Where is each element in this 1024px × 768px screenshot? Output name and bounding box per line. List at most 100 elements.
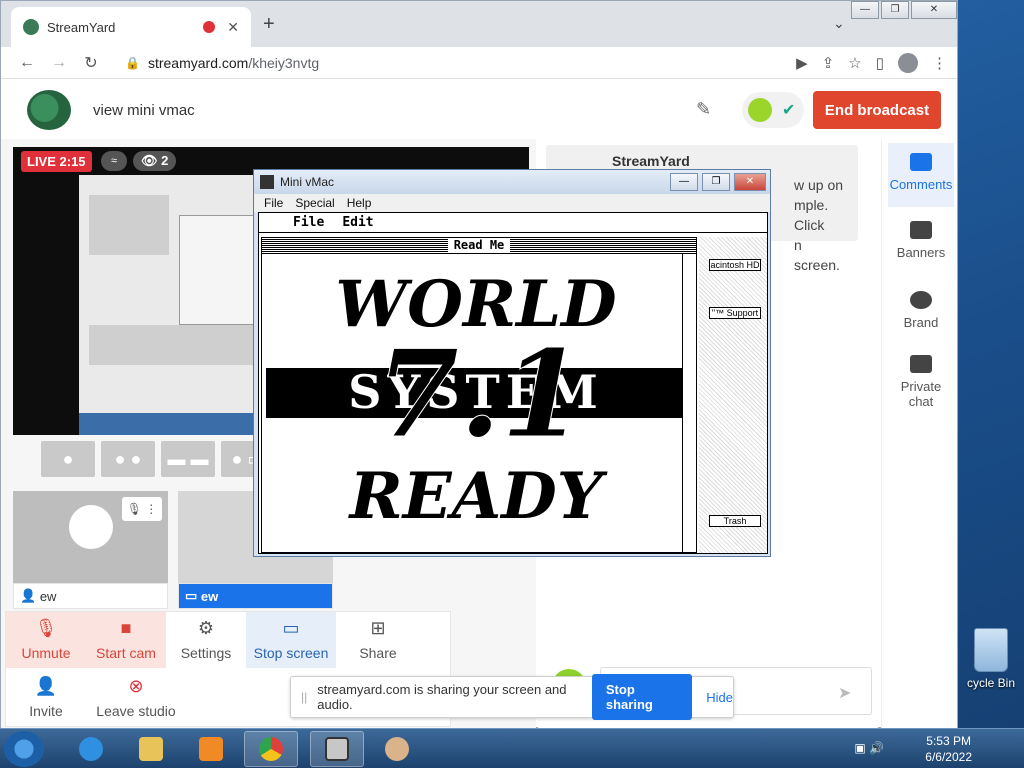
art-line-version: 7.1 [376, 324, 585, 465]
mac-menu-file[interactable]: File [293, 215, 324, 230]
start-button-icon[interactable] [4, 731, 44, 767]
file-explorer-icon[interactable] [124, 731, 178, 767]
system-tray-icons[interactable]: ▣ 🔊 [854, 741, 884, 755]
vmac-menubar: File Special Help [254, 194, 770, 212]
chat-icon [910, 355, 932, 373]
share-icon[interactable]: ⇪ [822, 54, 835, 72]
mic-muted-icon[interactable]: 🎙 ⋮ [122, 497, 162, 521]
url-input[interactable]: 🔒 streamyard.com /kheiy3nvtg [115, 49, 735, 77]
hide-button[interactable]: Hide [706, 690, 733, 705]
reload-icon[interactable]: ↻ [75, 53, 107, 73]
stop-sharing-button[interactable]: Stop sharing [591, 674, 693, 720]
layout-split-button[interactable]: ● ● [101, 441, 155, 477]
close-tab-button[interactable]: ✕ [227, 19, 239, 36]
sidebar-item-private-chat[interactable]: Private chat [888, 345, 954, 421]
layout-picker: ● ● ● ▬ ▬ ● ▭ [41, 441, 275, 477]
connection-wifi-icon: ≈ [101, 151, 127, 171]
participant-label: 👤 ew [13, 583, 168, 609]
camera-off-icon: ■ [120, 618, 132, 638]
monitor-icon: ▭ [282, 618, 300, 638]
readme-titlebar[interactable]: Read Me [262, 238, 696, 254]
drag-handle-icon[interactable]: || [301, 690, 307, 704]
side-panel-icon[interactable]: ▯ [876, 54, 884, 72]
vmac-minimize-button[interactable]: — [670, 173, 698, 191]
tab-title: StreamYard [47, 19, 116, 35]
mic-off-icon: 🎙 [34, 618, 58, 638]
mini-vmac-taskbar-icon[interactable] [310, 731, 364, 767]
destination-avatar[interactable]: ✔ [742, 92, 804, 128]
layout-group-button[interactable]: ▬ ▬ [161, 441, 215, 477]
share-button[interactable]: ⊞ Share [338, 612, 418, 668]
live-timer-badge: LIVE 2:15 [21, 151, 92, 172]
vmac-menu-help[interactable]: Help [347, 196, 372, 210]
participant-label: ▭ ew [178, 583, 333, 609]
browser-tools: ▶ ⇪ ☆ ▯ ⋮ [796, 52, 947, 73]
readme-window[interactable]: Read Me WORLD SYSTEM 7.1 READY [261, 237, 697, 553]
paint-icon[interactable] [370, 731, 424, 767]
url-host: streamyard.com [147, 54, 249, 71]
url-path: /kheiy3nvtg [248, 54, 320, 71]
lock-icon: 🔒 [125, 55, 140, 70]
trash-icon[interactable]: Trash [709, 515, 761, 527]
back-arrow-icon[interactable]: ← [11, 54, 43, 72]
right-sidebar: Comments Banners Brand Private chat [881, 139, 957, 729]
participant-tile-camera[interactable]: 🎙 ⋮ 👤 ew [13, 491, 168, 609]
recycle-bin-icon [974, 628, 1008, 672]
edit-pencil-icon[interactable]: ✎ [696, 99, 711, 120]
macintosh-hd-icon[interactable]: acintosh HD [709, 259, 761, 271]
participant-avatar-icon [69, 505, 113, 549]
mini-vmac-window[interactable]: Mini vMac — ❐ ✕ File Special Help File E… [253, 169, 771, 557]
invite-button[interactable]: 👤 Invite [6, 670, 86, 726]
mac-menubar: File Edit [259, 213, 767, 233]
destination-avatar-icon [748, 98, 772, 122]
screen-sharing-bar: || streamyard.com is sharing your screen… [290, 674, 734, 720]
comment-text: w up on mple. Click n screen. [794, 177, 844, 273]
minimize-button[interactable]: — [851, 1, 879, 19]
vmac-menu-file[interactable]: File [264, 196, 283, 210]
art-line-ready: READY [348, 459, 608, 534]
address-bar: ← → ↻ 🔒 streamyard.com /kheiy3nvtg ▶ ⇪ ☆… [1, 47, 957, 79]
sidebar-item-brand[interactable]: Brand [888, 281, 954, 345]
vmac-maximize-button[interactable]: ❐ [702, 173, 730, 191]
close-window-button[interactable]: ✕ [911, 1, 957, 19]
add-person-icon: 👤 [34, 676, 58, 696]
media-player-icon[interactable] [184, 731, 238, 767]
leave-studio-button[interactable]: ⊗ Leave studio [92, 670, 180, 726]
forward-arrow-icon[interactable]: → [43, 54, 75, 72]
vmac-menu-special[interactable]: Special [295, 196, 334, 210]
sidebar-item-comments[interactable]: Comments [888, 143, 954, 207]
support-disk-icon[interactable]: "™ Support [709, 307, 761, 319]
start-cam-button[interactable]: ■ Start cam [86, 612, 166, 668]
recycle-bin[interactable]: cycle Bin [958, 628, 1024, 690]
new-tab-button[interactable]: + [263, 13, 275, 36]
end-broadcast-button[interactable]: End broadcast [813, 91, 941, 129]
mac-screen[interactable]: File Edit Read Me WORLD SYSTEM 7.1 READY… [258, 212, 768, 554]
camera-icon[interactable]: ▶ [796, 54, 808, 72]
settings-button[interactable]: ⚙ Settings [166, 612, 246, 668]
send-icon[interactable]: ➤ [838, 683, 851, 703]
vmac-title: Mini vMac [280, 175, 335, 189]
tab-strip: StreamYard ✕ + ⌄ — ❐ ✕ [1, 1, 957, 47]
taskbar-clock[interactable]: 5:53 PM 6/6/2022 [925, 733, 972, 765]
readme-scrollbar[interactable] [682, 254, 696, 552]
add-box-icon: ⊞ [370, 618, 386, 638]
mac-menu-edit[interactable]: Edit [342, 215, 373, 230]
tab-streamyard[interactable]: StreamYard ✕ [11, 7, 251, 47]
chrome-icon[interactable] [244, 731, 298, 767]
bookmark-star-icon[interactable]: ☆ [848, 54, 861, 72]
clock-date: 6/6/2022 [925, 750, 972, 764]
comment-author: StreamYard [612, 153, 690, 169]
vmac-close-button[interactable]: ✕ [734, 173, 766, 191]
maximize-button[interactable]: ❐ [881, 1, 909, 19]
layout-solo-button[interactable]: ● [41, 441, 95, 477]
stop-screen-button[interactable]: ▭ Stop screen [246, 612, 336, 668]
profile-avatar-icon[interactable] [898, 52, 918, 73]
tab-search-chevron-icon[interactable]: ⌄ [833, 15, 845, 32]
sidebar-item-banners[interactable]: Banners [888, 211, 954, 275]
broadcast-title[interactable]: view mini vmac [93, 102, 195, 119]
vmac-app-icon [260, 175, 274, 189]
kebab-menu-icon[interactable]: ⋮ [932, 54, 947, 72]
internet-explorer-icon[interactable] [64, 731, 118, 767]
window-controls: — ❐ ✕ [851, 1, 957, 19]
unmute-button[interactable]: 🎙 Unmute [6, 612, 86, 668]
